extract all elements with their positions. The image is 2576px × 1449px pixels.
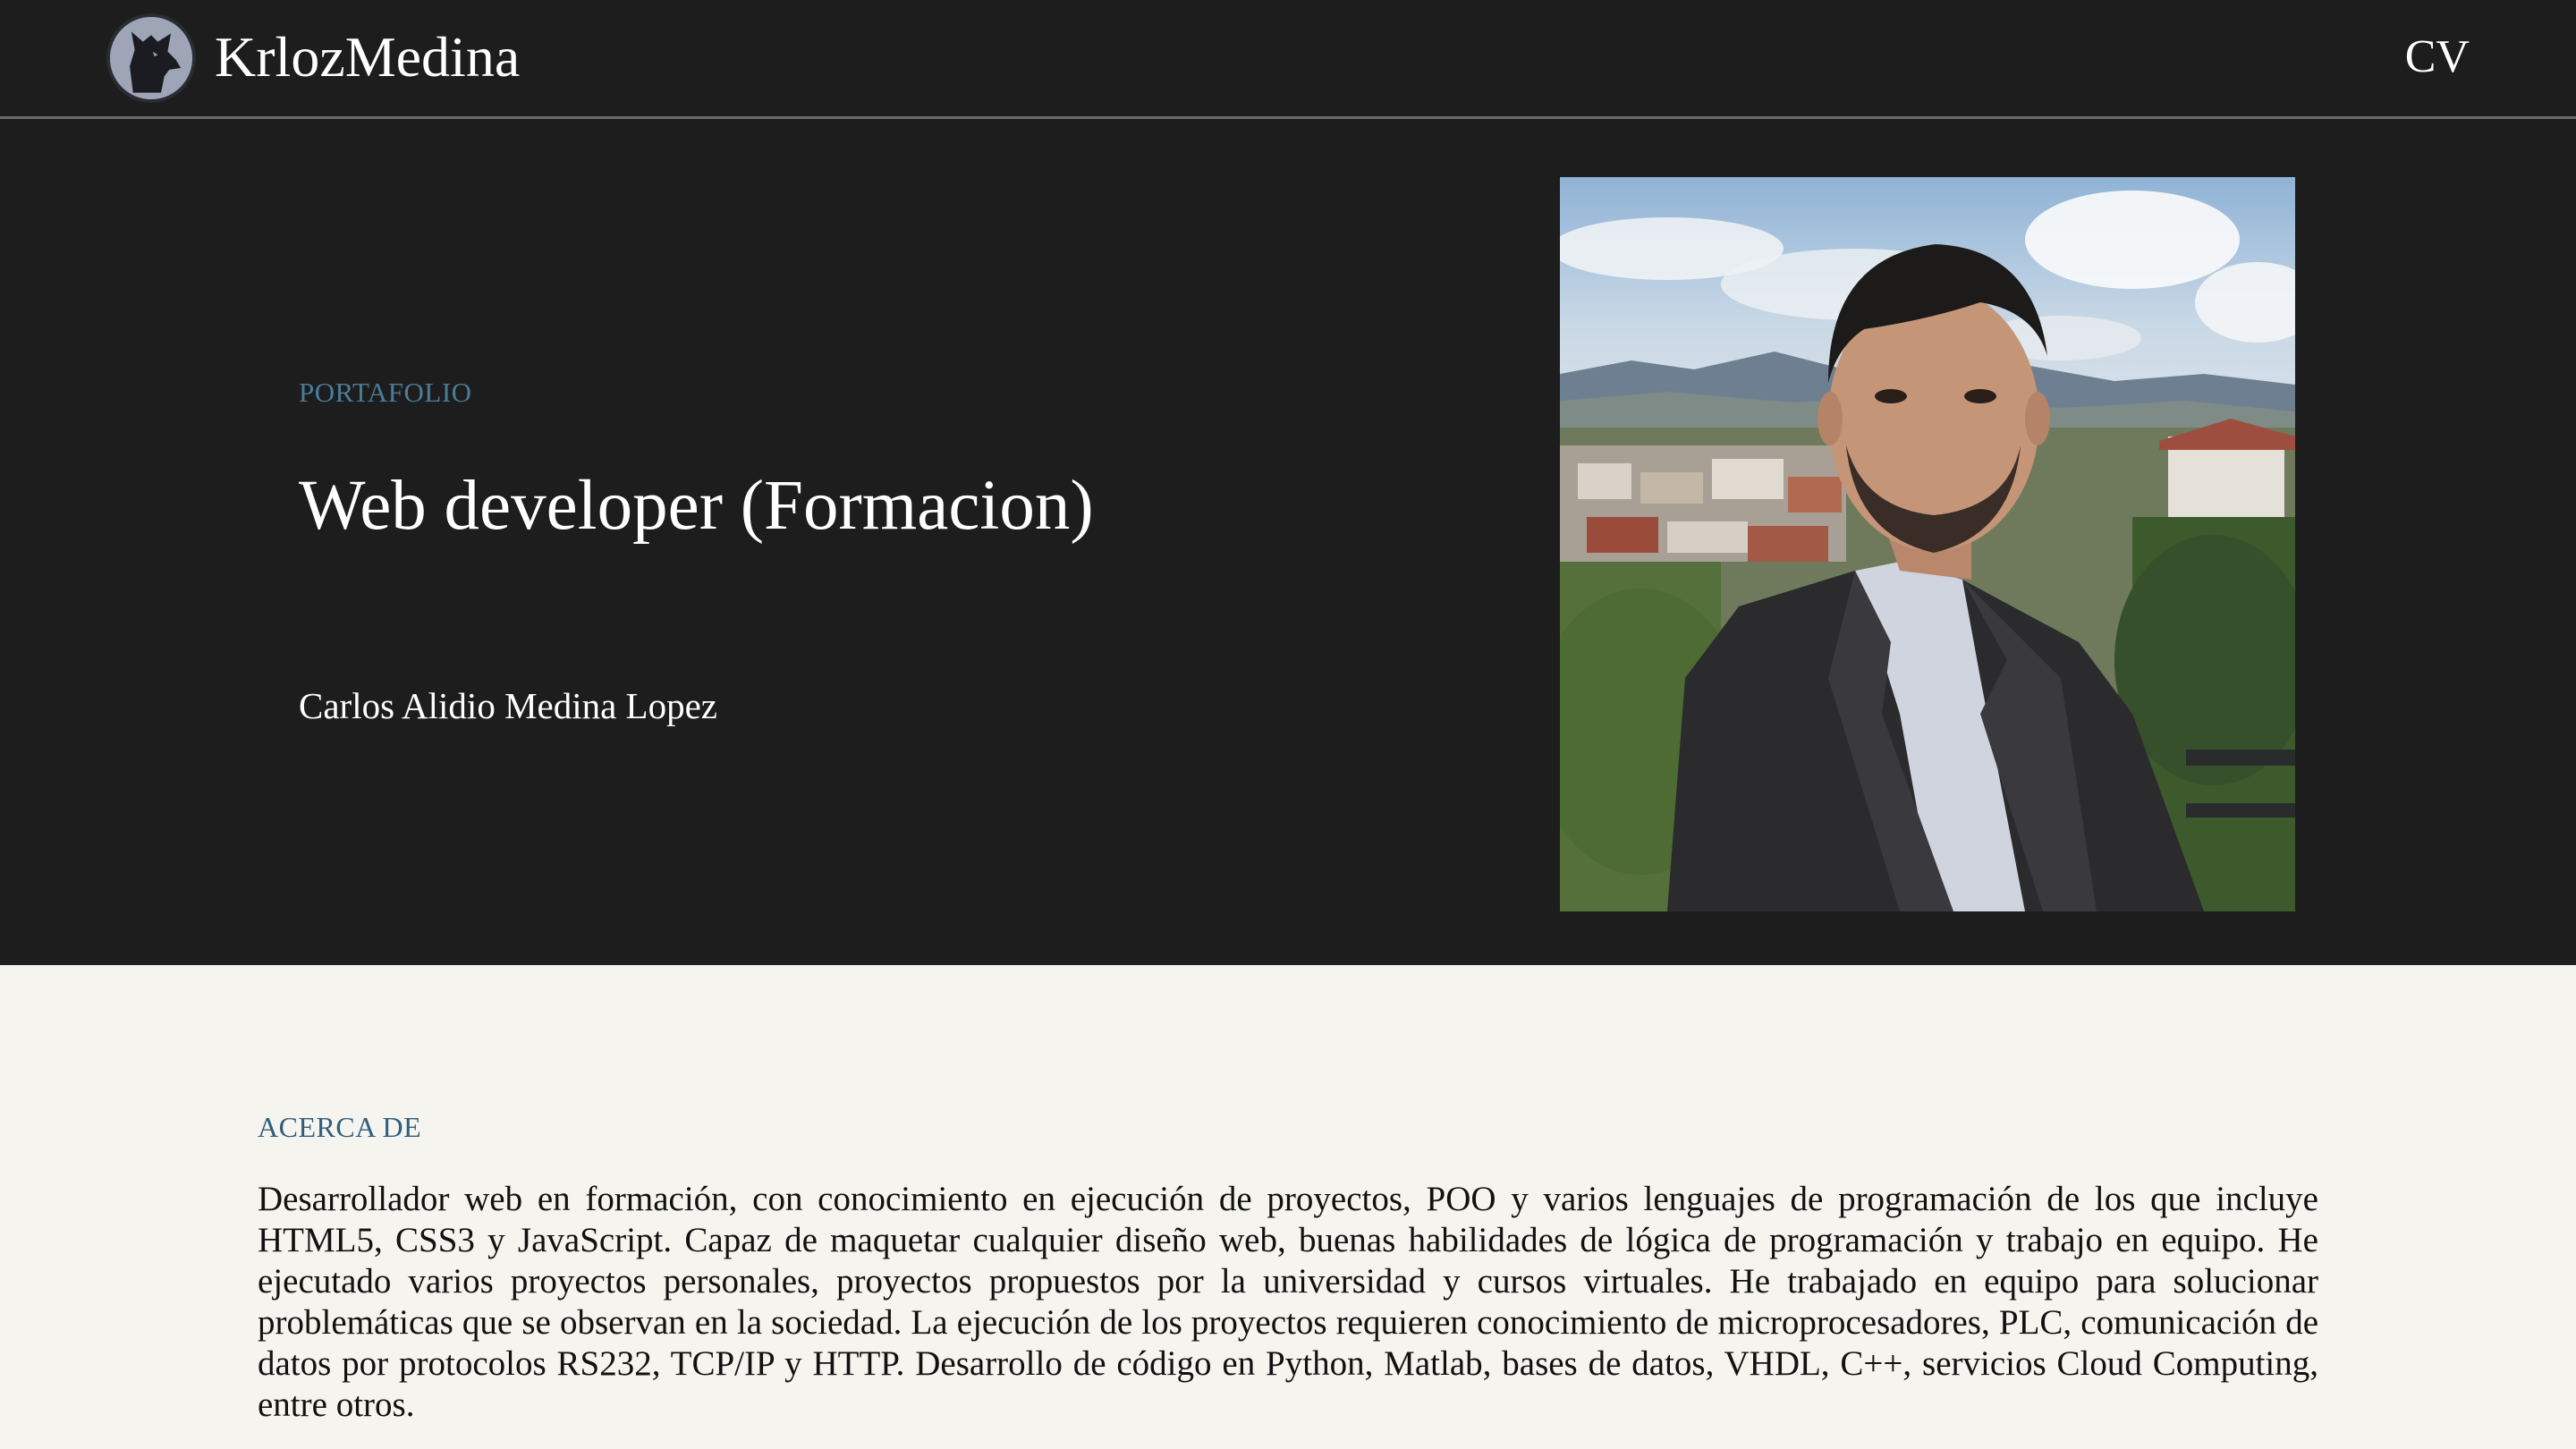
about-eyebrow: ACERCA DE: [258, 1111, 422, 1143]
wolf-logo-graphic: [110, 17, 192, 99]
wolf-icon[interactable]: [106, 13, 196, 103]
hero-eyebrow: PORTAFOLIO: [299, 377, 472, 408]
hero-name: Carlos Alidio Medina Lopez: [299, 685, 717, 726]
cv-link[interactable]: CV: [2405, 24, 2470, 90]
profile-photo: [1560, 177, 2295, 911]
hero-section: PORTAFOLIO Web developer (Formacion) Car…: [0, 119, 2576, 965]
top-navbar: KrlozMedina CV: [0, 0, 2576, 119]
about-text: Desarrollador web en formación, con cono…: [258, 1180, 2318, 1424]
brand-link[interactable]: KrlozMedina: [215, 21, 520, 93]
profile-photo-graphic: [1560, 177, 2295, 911]
hero-title: Web developer (Formacion): [299, 467, 1094, 545]
